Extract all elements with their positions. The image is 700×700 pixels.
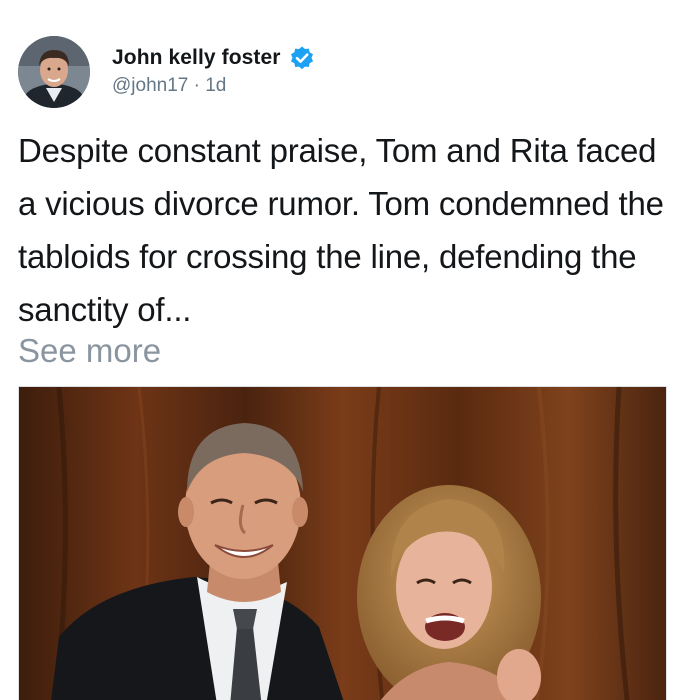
post-timestamp[interactable]: 1d bbox=[205, 75, 226, 96]
post-header: John kelly foster @john17 · 1d bbox=[18, 36, 315, 108]
author-handle[interactable]: @john17 bbox=[112, 75, 188, 96]
author-name-row: John kelly foster bbox=[112, 43, 315, 73]
author-name[interactable]: John kelly foster bbox=[112, 46, 281, 70]
author-avatar[interactable] bbox=[18, 36, 90, 108]
see-more-link[interactable]: See more bbox=[18, 324, 161, 377]
author-meta: John kelly foster @john17 · 1d bbox=[112, 43, 315, 97]
author-handle-row: @john17 · 1d bbox=[112, 75, 315, 97]
meta-separator: · bbox=[193, 75, 200, 96]
post-image[interactable] bbox=[18, 386, 667, 700]
post-body: Despite constant praise, Tom and Rita fa… bbox=[18, 132, 664, 328]
post-card: John kelly foster @john17 · 1d Despite c… bbox=[0, 0, 700, 700]
profile-photo-icon bbox=[18, 36, 90, 108]
verified-badge-icon bbox=[289, 45, 315, 71]
post-text: Despite constant praise, Tom and Rita fa… bbox=[18, 124, 683, 336]
couple-photo-icon bbox=[19, 387, 666, 700]
